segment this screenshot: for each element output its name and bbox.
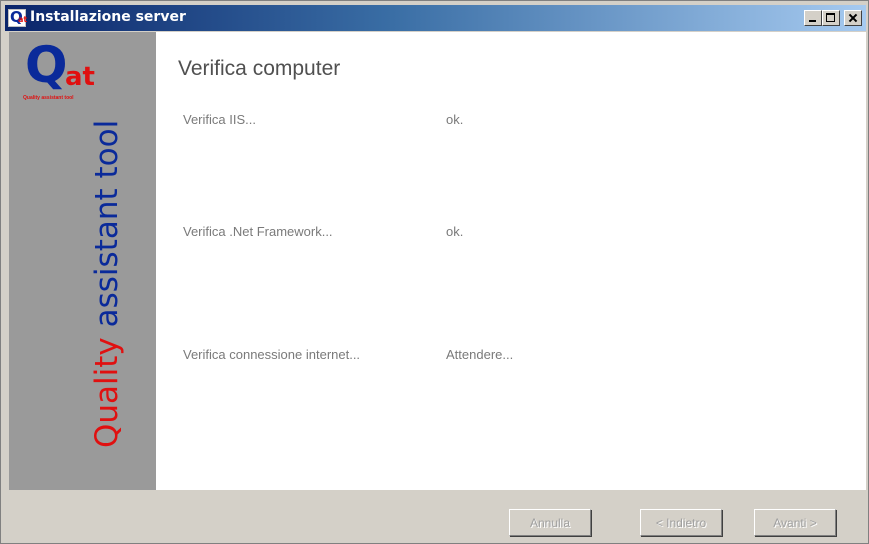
cancel-button[interactable]: Annulla bbox=[509, 509, 591, 536]
back-button[interactable]: < Indietro bbox=[640, 509, 722, 536]
brand-words-assistant-tool: assistant tool bbox=[89, 119, 125, 338]
installer-window: Q at Installazione server Q at Quality a… bbox=[0, 0, 869, 544]
minimize-button[interactable] bbox=[804, 10, 822, 26]
button-bar: Annulla < Indietro Avanti > bbox=[9, 490, 866, 542]
maximize-button[interactable] bbox=[822, 10, 840, 26]
check-netframework-label: Verifica .Net Framework... bbox=[183, 224, 333, 239]
close-button[interactable] bbox=[844, 10, 862, 26]
check-netframework-status: ok. bbox=[446, 224, 464, 239]
window-title: Installazione server bbox=[30, 9, 186, 25]
title-bar[interactable]: Q at Installazione server bbox=[5, 5, 866, 31]
page-title: Verifica computer bbox=[178, 57, 341, 80]
logo-q: Q bbox=[25, 36, 68, 94]
brand-word-quality: Quality bbox=[89, 337, 125, 448]
qat-app-icon[interactable]: Q at bbox=[8, 8, 28, 27]
check-internet-label: Verifica connessione internet... bbox=[183, 347, 361, 362]
next-button[interactable]: Avanti > bbox=[754, 509, 836, 536]
logo-tagline: Quality assistant tool bbox=[23, 95, 74, 101]
check-iis-status: ok. bbox=[446, 112, 464, 127]
vertical-brand-text: Quality assistant tool bbox=[87, 120, 127, 448]
check-iis-label: Verifica IIS... bbox=[183, 112, 256, 127]
brand-sidebar: Q at Quality assistant tool Quality assi… bbox=[9, 32, 156, 490]
app-icon-at: at bbox=[18, 15, 28, 24]
check-internet-status: Attendere... bbox=[446, 347, 514, 362]
main-panel: Verifica computer Verifica IIS... ok. Ve… bbox=[156, 32, 866, 490]
logo-at: at bbox=[65, 62, 95, 92]
